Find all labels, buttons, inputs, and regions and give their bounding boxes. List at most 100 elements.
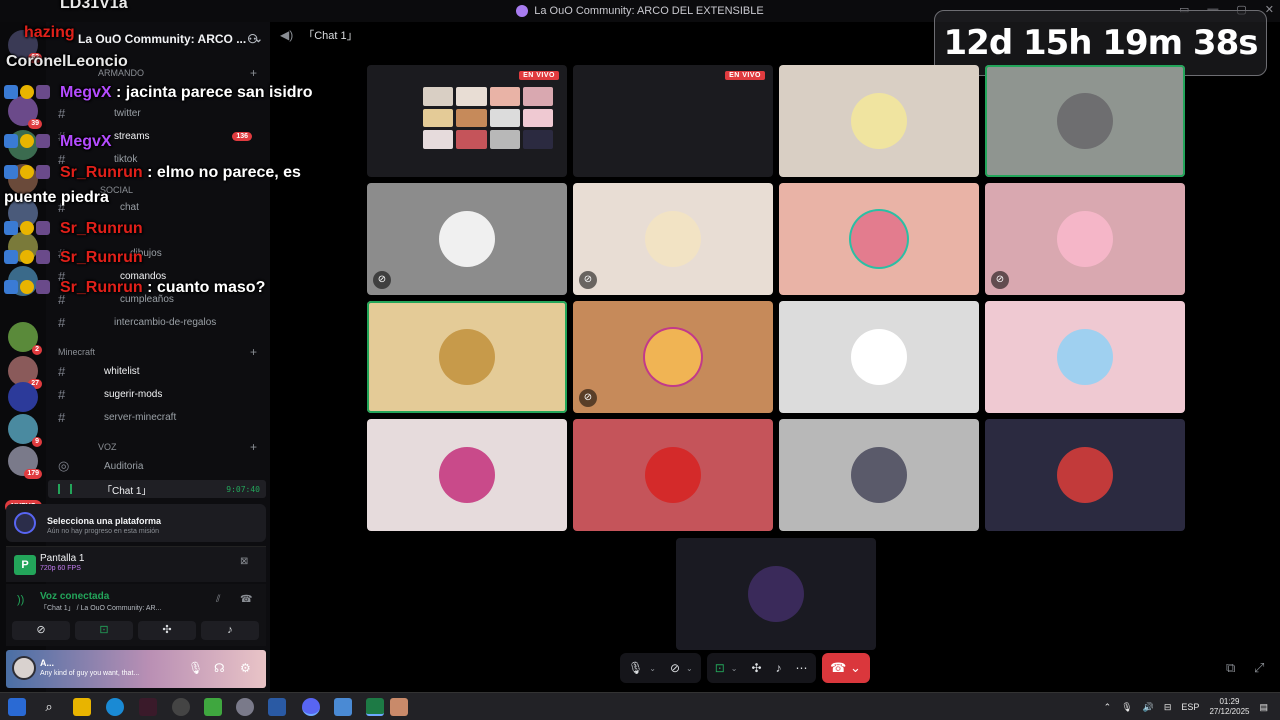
badge-icon (20, 165, 34, 179)
unread-badge: 179 (24, 469, 42, 479)
app-icon[interactable] (236, 698, 254, 716)
notification-icon[interactable]: ▤ (1259, 702, 1268, 713)
server-header[interactable]: La OuO Community: ARCO ... ⌄ ⚇ (56, 28, 266, 50)
app-icon[interactable] (390, 698, 408, 716)
add-channel-icon[interactable]: + (250, 345, 257, 359)
soundboard-button[interactable]: ♪ (201, 621, 259, 640)
noise-suppression-icon[interactable]: ⫽ (216, 594, 220, 605)
chevron-down-icon[interactable]: ⌄ (731, 664, 738, 673)
more-icon[interactable]: ⋯ (796, 661, 808, 675)
screen-share-icon[interactable]: ⊡ (715, 661, 725, 675)
badge-icon (36, 250, 50, 264)
camera-off-button[interactable]: ⊘ (12, 621, 70, 640)
participant-tile[interactable] (985, 419, 1185, 531)
avatar[interactable] (12, 656, 36, 680)
volume-icon[interactable]: 🔊 (1143, 702, 1154, 713)
add-channel-icon[interactable]: + (250, 440, 257, 454)
fullscreen-icon[interactable]: ⤢ (1254, 660, 1264, 676)
chevron-down-icon[interactable]: ⌄ (649, 664, 656, 673)
clock[interactable]: 01:29 27/12/2025 (1209, 697, 1249, 717)
hash-icon: # (58, 409, 66, 425)
participant-tile[interactable]: ⊘ (367, 183, 567, 295)
windows-start-icon[interactable] (8, 698, 26, 716)
participant-tile[interactable] (573, 419, 773, 531)
activities-icon[interactable]: ✣ (751, 661, 761, 675)
badge-icon (4, 134, 18, 148)
soundboard-icon[interactable]: ♪ (776, 661, 782, 675)
category-label: Minecraft (58, 347, 96, 357)
channel-label: streams (114, 130, 150, 142)
participant-tile[interactable] (779, 65, 979, 177)
stop-stream-icon[interactable]: ⊠ (240, 556, 248, 567)
camera-off-icon[interactable]: ⊘ (670, 661, 680, 675)
participant-tile[interactable]: ⊘ (573, 183, 773, 295)
disconnect-icon[interactable]: ☎ (240, 594, 252, 605)
category-minecraft[interactable]: Minecraft + (58, 345, 257, 359)
badge-icon (4, 250, 18, 264)
search-icon[interactable]: ⌕ (40, 698, 58, 716)
gear-icon[interactable]: ⚙ (240, 661, 251, 675)
channel-server-minecraft[interactable]: # server-minecraft (58, 408, 258, 426)
channel-intercambio-de-regalos[interactable]: # intercambio-de-regalos (58, 313, 258, 331)
minecraft-icon[interactable] (204, 698, 222, 716)
discord-icon[interactable] (302, 698, 320, 716)
chat-message: elmo no parece, es (156, 164, 301, 181)
badge-icon (20, 280, 34, 294)
chevron-down-icon[interactable]: ⌄ (686, 664, 693, 673)
participant-tile[interactable]: ⊘ (985, 183, 1185, 295)
network-icon[interactable]: ⊟ (1164, 702, 1172, 713)
server-icon-2[interactable]: 39 (8, 96, 42, 129)
screen-share-button[interactable]: ⊡ (75, 621, 133, 640)
participant-tile[interactable] (779, 183, 979, 295)
chat-username: hazing (24, 24, 75, 41)
edge-icon[interactable] (106, 698, 124, 716)
headphones-icon[interactable]: ☊ (214, 661, 225, 675)
app-icon[interactable] (139, 698, 157, 716)
invite-icon[interactable]: ⚇ (247, 32, 258, 46)
participant-tile[interactable] (985, 301, 1185, 413)
server-icon-11[interactable]: 9 (8, 414, 42, 447)
add-channel-icon[interactable]: + (250, 66, 257, 80)
signal-icon[interactable]: )) (17, 594, 24, 606)
microphone-icon[interactable]: 🎙 (188, 661, 203, 675)
excel-icon[interactable] (366, 698, 384, 716)
server-icon-12[interactable]: 179 (8, 446, 42, 479)
active-voice-channel[interactable]: 「Chat 1」 9:07:40 (48, 480, 266, 498)
chevron-up-icon[interactable]: ⌃ (1104, 702, 1112, 713)
participant-tile[interactable] (779, 419, 979, 531)
channel-label: whitelist (104, 365, 140, 377)
stream-tile[interactable]: EN VIVO (367, 65, 567, 177)
avatar (851, 447, 907, 503)
participant-tile[interactable] (367, 419, 567, 531)
channel-sugerir-mods[interactable]: # sugerir-mods (58, 385, 258, 403)
participant-tile[interactable]: ⊘ (573, 301, 773, 413)
avatar (1057, 329, 1113, 385)
end-call-button[interactable]: ☎ ⌄ (821, 653, 870, 683)
participant-tile-self[interactable] (676, 538, 876, 650)
muted-icon: ⊘ (579, 389, 597, 407)
participant-tile[interactable] (779, 301, 979, 413)
category-voz[interactable]: VOZ + (58, 440, 257, 454)
app-icon[interactable] (268, 698, 286, 716)
channel-whitelist[interactable]: # whitelist (58, 362, 258, 380)
channel-twitter[interactable]: # twitter (58, 104, 258, 122)
server-icon-8[interactable]: 2 (8, 322, 42, 355)
popout-icon[interactable]: ⧉ (1226, 660, 1235, 676)
stream-tile[interactable]: EN VIVO (573, 65, 773, 177)
server-icon-10[interactable] (8, 382, 38, 412)
voice-status-channel[interactable]: 「Chat 1」 / La OuO Community: AR... (40, 603, 161, 613)
app-icon[interactable] (334, 698, 352, 716)
activities-button[interactable]: ✣ (138, 621, 196, 640)
avatar (748, 566, 804, 622)
participant-tile[interactable] (985, 65, 1185, 177)
microphone-icon[interactable]: 🎙 (1121, 702, 1132, 713)
language-indicator[interactable]: ESP (1181, 702, 1199, 712)
channel-auditoria[interactable]: ◎ Auditoria (58, 457, 258, 475)
file-explorer-icon[interactable] (73, 698, 91, 716)
obs-icon[interactable] (172, 698, 190, 716)
close-button[interactable]: ✕ (1265, 3, 1274, 16)
participant-tile[interactable] (367, 301, 567, 413)
microphone-icon[interactable]: 🎙 (628, 661, 643, 675)
user-name: A... (40, 658, 55, 668)
share-activity-group: ⊡ ⌄ ✣ ♪ ⋯ (706, 653, 816, 683)
